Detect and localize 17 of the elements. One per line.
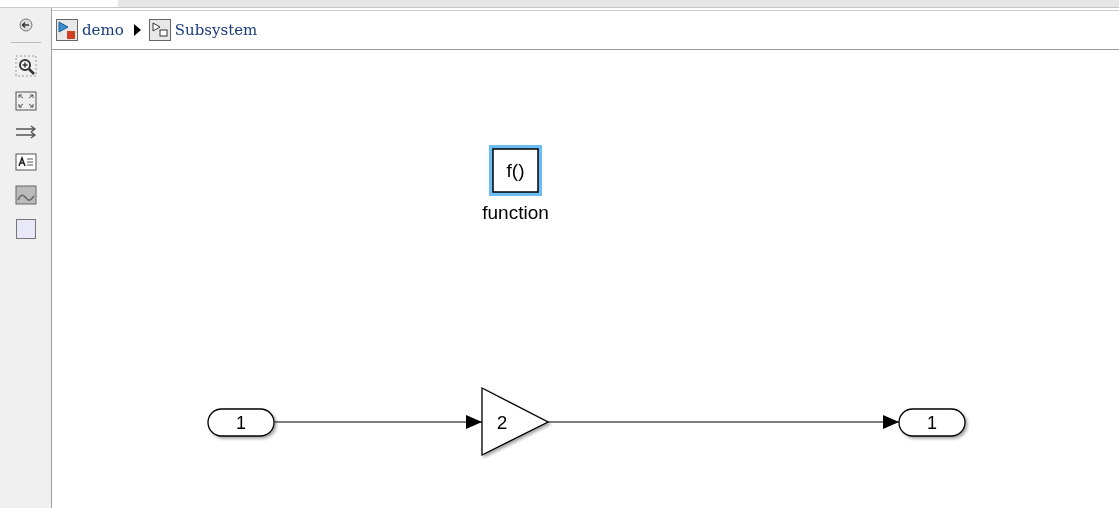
area-icon[interactable] — [15, 219, 36, 239]
zoom-icon[interactable] — [14, 55, 37, 77]
image-icon[interactable] — [14, 185, 37, 205]
model-icon — [56, 19, 78, 41]
back-button[interactable] — [18, 18, 33, 32]
outport-block[interactable]: 1 — [898, 408, 966, 437]
inport-block[interactable]: 1 — [207, 408, 275, 437]
arrows-icon[interactable] — [14, 125, 37, 139]
breadcrumb-link[interactable]: demo — [82, 21, 124, 39]
gain-block[interactable]: 2 — [481, 386, 550, 457]
fit-view-icon[interactable] — [14, 91, 37, 111]
block-label: function — [482, 202, 549, 223]
breadcrumb-link[interactable]: Subsystem — [174, 21, 258, 39]
annotation-icon[interactable] — [14, 153, 37, 171]
function-block[interactable]: f() — [489, 145, 542, 196]
caret-icon — [133, 24, 141, 36]
subsystem-icon — [148, 19, 171, 41]
